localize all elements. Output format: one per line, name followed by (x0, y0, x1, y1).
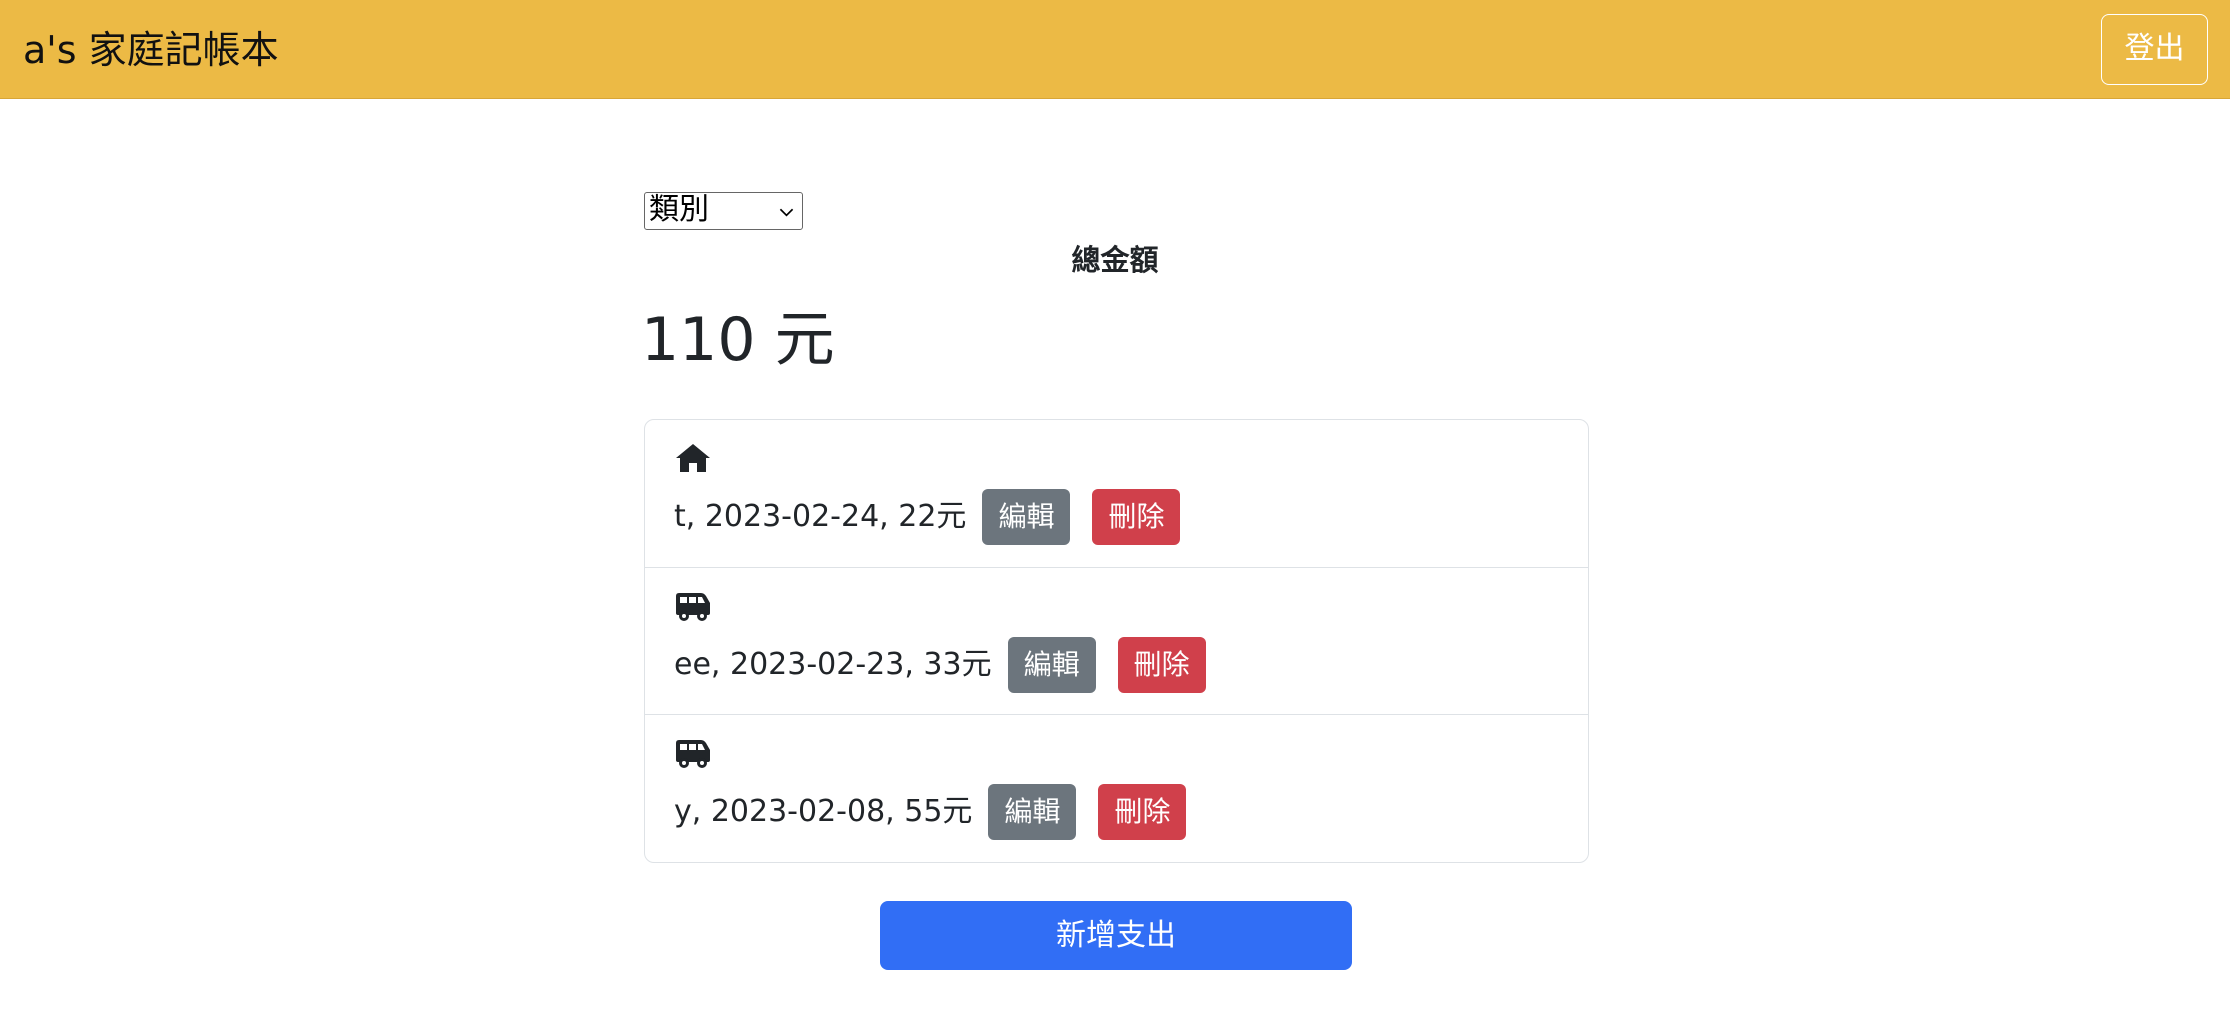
edit-button[interactable]: 編輯 (982, 489, 1071, 545)
edit-button[interactable]: 編輯 (988, 784, 1077, 840)
logout-button[interactable]: 登出 (2101, 14, 2208, 85)
home-icon (676, 444, 710, 472)
delete-button[interactable]: 刪除 (1092, 489, 1181, 545)
expense-description: t, 2023-02-24, 22元 (674, 499, 967, 534)
add-expense-button[interactable]: 新增支出 (880, 901, 1352, 970)
expense-description: y, 2023-02-08, 55元 (674, 794, 973, 829)
expense-description: ee, 2023-02-23, 33元 (674, 646, 992, 682)
expense-list-item: ee, 2023-02-23, 33元 編輯 刪除 (645, 568, 1588, 715)
top-navbar: a's 家庭記帳本 登出 (0, 0, 2230, 99)
expense-list-item: t, 2023-02-24, 22元 編輯 刪除 (645, 420, 1588, 568)
chevron-down-icon (779, 208, 794, 217)
category-select[interactable]: 類別 (644, 192, 803, 230)
delete-button[interactable]: 刪除 (1117, 636, 1206, 693)
total-amount-label: 總金額 (1071, 243, 1159, 277)
van-icon (676, 740, 710, 768)
expense-list: t, 2023-02-24, 22元 編輯 刪除 ee, 2023-02-23,… (644, 419, 1589, 863)
expense-list-item: y, 2023-02-08, 55元 編輯 刪除 (645, 715, 1588, 862)
app-title[interactable]: a's 家庭記帳本 (23, 22, 279, 78)
category-select-value: 類別 (649, 192, 709, 227)
edit-button[interactable]: 編輯 (1007, 636, 1096, 693)
delete-button[interactable]: 刪除 (1098, 784, 1187, 840)
total-amount-value: 110 元 (641, 305, 835, 375)
van-icon (676, 592, 710, 621)
